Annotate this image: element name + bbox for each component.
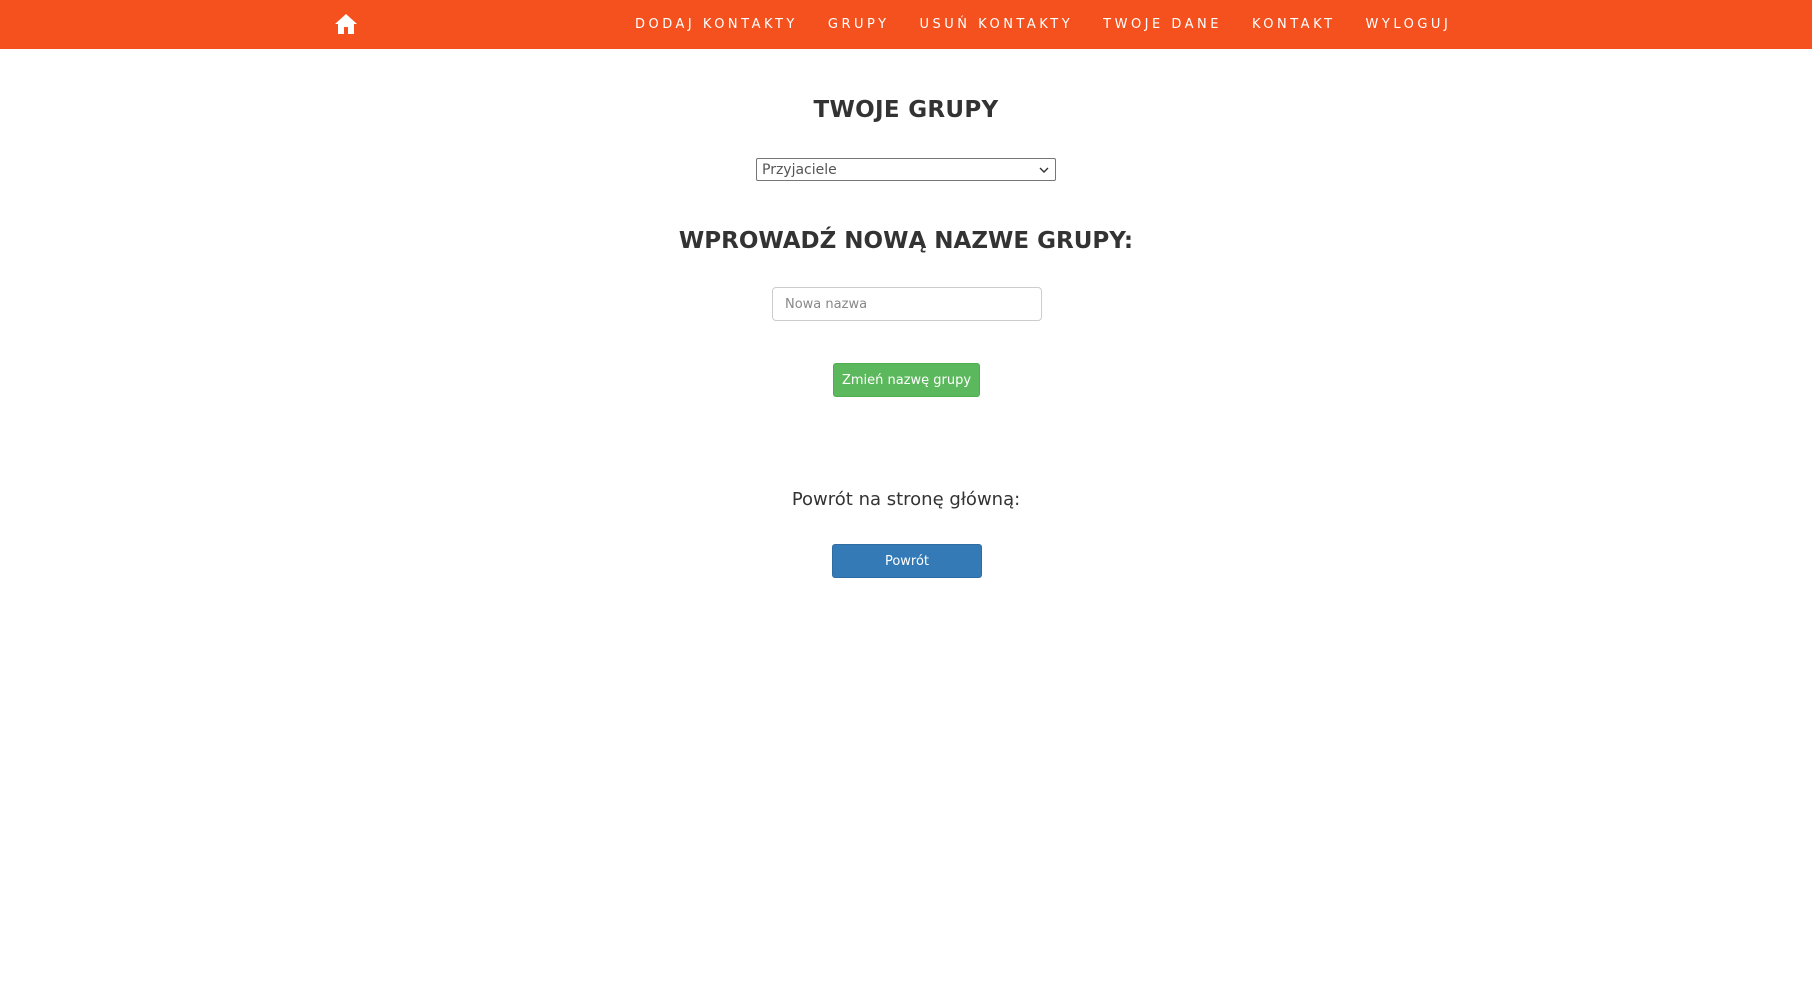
group-select[interactable]: Przyjaciele — [756, 158, 1056, 181]
nav-item-twoje-dane[interactable]: TWOJE DANE — [1103, 17, 1222, 32]
home-link[interactable] — [334, 13, 358, 35]
nav-item-kontakt[interactable]: KONTAKT — [1252, 17, 1336, 32]
group-select-wrapper: Przyjaciele — [756, 158, 1056, 181]
new-group-name-input[interactable] — [772, 287, 1042, 321]
chevron-down-icon — [1039, 167, 1049, 173]
nav-item-usun-kontakty[interactable]: USUŃ KONTAKTY — [920, 17, 1074, 32]
nav-item-wyloguj[interactable]: WYLOGUJ — [1366, 17, 1452, 32]
page-title: TWOJE GRUPY — [813, 97, 999, 123]
nav-item-grupy[interactable]: GRUPY — [828, 17, 890, 32]
rename-group-button[interactable]: Zmień nazwę grupy — [833, 363, 980, 397]
group-select-value: Przyjaciele — [762, 161, 837, 178]
new-name-heading: WPROWADŹ NOWĄ NAZWE GRUPY: — [678, 228, 1134, 254]
nav-item-dodaj-kontakty[interactable]: DODAJ KONTAKTY — [635, 17, 798, 32]
main-nav: DODAJ KONTAKTY GRUPY USUŃ KONTAKTY TWOJE… — [620, 0, 1466, 49]
top-navbar: DODAJ KONTAKTY GRUPY USUŃ KONTAKTY TWOJE… — [0, 0, 1812, 49]
home-icon — [335, 14, 357, 34]
back-button[interactable]: Powrót — [832, 544, 982, 578]
back-label: Powrót na stronę główną: — [791, 489, 1021, 510]
